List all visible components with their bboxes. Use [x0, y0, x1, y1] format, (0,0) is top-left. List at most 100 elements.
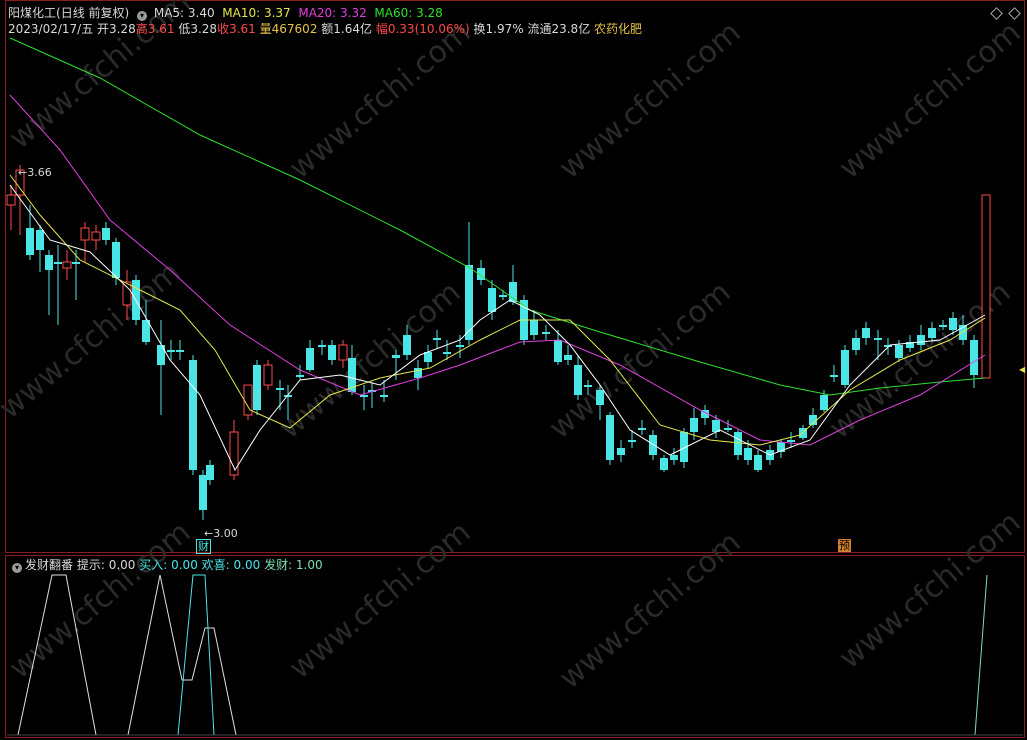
candle-body: [744, 448, 752, 460]
candle-body: [690, 418, 698, 432]
candle-body: [206, 465, 214, 480]
candle-body: [72, 262, 80, 264]
candle-body: [981, 194, 991, 379]
candle-body: [628, 440, 636, 442]
candle-body: [660, 458, 668, 470]
candle-body: [917, 335, 925, 345]
candle-body: [189, 360, 197, 470]
candle-body: [638, 428, 646, 430]
candle-body: [199, 475, 207, 510]
quote-high: 高3.61: [135, 22, 175, 36]
candle-body: [91, 231, 101, 241]
candle-body: [443, 352, 451, 354]
fortune-line: [974, 574, 988, 736]
candle-body: [392, 355, 400, 358]
watermark-text: www.cfchi.com: [283, 15, 478, 186]
candle-body: [6, 194, 16, 206]
candle-body: [263, 364, 273, 386]
watermark-text: www.cfchi.com: [833, 505, 1027, 676]
candle-body: [306, 348, 314, 370]
candle-body: [574, 365, 582, 395]
candle-body: [649, 435, 657, 455]
candle-body: [176, 350, 184, 352]
candle-body: [724, 428, 732, 430]
candle-body: [928, 328, 936, 338]
indicator-circle-icon[interactable]: ▾: [12, 563, 22, 573]
finance-marker[interactable]: 财: [196, 539, 211, 554]
quote-change: 幅0.33(10.06%): [375, 22, 470, 36]
candle-body: [787, 440, 795, 442]
candle-body: [80, 227, 90, 241]
candle-body: [54, 262, 62, 264]
candle-body: [296, 375, 304, 377]
ma60-line: [9, 37, 986, 396]
candlestick-chart[interactable]: www.cfchi.com www.cfchi.com www.cfchi.com w…: [0, 0, 1027, 740]
stock-name: 阳煤化工: [8, 6, 57, 20]
watermark-text: www.cfchi.com: [553, 525, 748, 696]
watermark-text: www.cfchi.com: [553, 15, 748, 186]
candle-body: [542, 332, 550, 334]
watermark-text: www.cfchi.com: [283, 515, 478, 686]
candle-body: [26, 228, 34, 255]
candle-body: [895, 345, 903, 358]
candle-body: [276, 388, 284, 390]
candle-body: [617, 448, 625, 455]
ma10-line: [9, 174, 986, 446]
candle-body: [380, 395, 388, 397]
candle-body: [939, 325, 947, 327]
candle-body: [360, 395, 368, 397]
candle-body: [584, 385, 592, 387]
high-price-label: ←3.66: [18, 166, 52, 179]
quote-amount: 额1.64亿: [321, 22, 373, 36]
quote-turnover: 换1.97%: [473, 22, 524, 36]
candle-body: [338, 344, 348, 361]
forecast-marker[interactable]: 预: [838, 539, 851, 552]
chart-header: 阳煤化工(日线 前复权) ▾ MA5: 3.40 MA10: 3.37 MA20…: [8, 4, 443, 21]
candle-body: [403, 335, 411, 355]
candle-body: [830, 375, 838, 377]
candle-body: [253, 365, 261, 410]
buy-line: [177, 574, 215, 736]
candle-body: [488, 288, 496, 312]
quote-close: 收3.61: [217, 22, 256, 36]
watermark-text: www.cfchi.com: [3, 515, 198, 686]
candle-body: [36, 230, 44, 250]
quote-bar: 2023/02/17/五 开3.28高3.61 低3.28收3.61 量4676…: [8, 20, 642, 37]
ma5-value: MA5: 3.40: [153, 6, 215, 20]
candle-body: [874, 338, 882, 340]
candle-body: [112, 242, 120, 278]
period-label: (日线 前复权): [56, 6, 130, 20]
candle-body: [554, 340, 562, 362]
watermark-text: www.cfchi.com: [273, 275, 468, 446]
candle-body: [509, 282, 517, 302]
indicator-buy: 买入: 0.00: [139, 558, 198, 572]
indicator-name: 发财翻番: [25, 558, 74, 572]
candle-body: [841, 350, 849, 385]
candle-body: [456, 345, 464, 347]
ma20-value: MA20: 3.32: [298, 6, 367, 20]
right-edge-arrow-icon: ◀: [1019, 365, 1026, 374]
candle-body: [433, 338, 441, 340]
candle-body: [499, 295, 507, 297]
candle-body: [564, 355, 572, 360]
quote-float: 流通23.8亿: [527, 22, 591, 36]
candle-body: [970, 340, 978, 375]
quote-date: 2023/02/17/五: [8, 22, 94, 36]
candle-body: [596, 390, 604, 405]
candle-body: [102, 228, 110, 240]
candle-body: [167, 350, 175, 352]
quote-open: 开3.28: [97, 22, 136, 36]
candle-body: [328, 345, 336, 360]
candle-body: [862, 328, 870, 338]
candle-body: [62, 261, 72, 269]
ma10-value: MA10: 3.37: [222, 6, 291, 20]
candle-body: [45, 255, 53, 270]
indicator-header: ▾ 发财翻番 提示: 0.00 买入: 0.00 欢喜: 0.00 发财: 1.0…: [8, 556, 323, 573]
candle-body: [820, 395, 828, 410]
candle-body: [670, 455, 678, 460]
indicator-fortune: 发财: 1.00: [264, 558, 323, 572]
candle-body: [949, 318, 957, 330]
candle-body: [754, 455, 762, 470]
candle-body: [606, 415, 614, 460]
watermark-text: www.cfchi.com: [833, 15, 1027, 186]
